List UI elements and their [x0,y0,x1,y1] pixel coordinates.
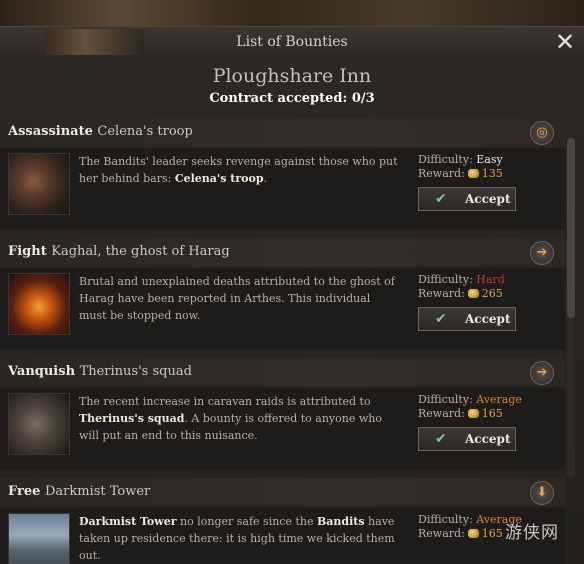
inn-name: Ploughshare Inn [212,65,372,87]
bounty-title: Fight Kaghal, the ghost of Harag [8,244,230,259]
bounty-item: Assassinate Celena's troop ◎ The Bandits… [0,118,565,230]
bounty-meta: Difficulty: Hard Reward: 265 [418,273,505,300]
bounty-body: The Bandits' leader seeks revenge agains… [0,148,565,230]
coin-icon [467,289,479,298]
bounty-portrait [8,513,70,564]
bounty-body: The recent increase in caravan raids is … [0,388,565,470]
bounty-portrait [8,273,70,335]
close-icon[interactable]: ✕ [553,30,577,54]
difficulty-value: Hard [476,273,505,286]
bounty-portrait [8,153,70,215]
reward-value: 165 [481,527,503,540]
accept-button[interactable]: ✔ Accept [418,307,516,331]
bounty-description: Brutal and unexplained deaths attributed… [79,275,395,322]
bounty-meta: Difficulty: Easy Reward: 135 [418,153,503,180]
bounty-title: Free Darkmist Tower [8,484,151,499]
reward-value: 265 [481,287,503,300]
accept-button[interactable]: ✔ Accept [418,187,516,211]
bounty-description: Darkmist Tower no longer safe since the … [79,515,395,562]
arrow-right-icon[interactable]: ➔ [530,241,554,265]
bounty-meta: Difficulty: Average Reward: 165 [418,393,522,420]
background-scene-strip [0,0,584,26]
target-icon[interactable]: ◎ [530,121,554,145]
bounty-title: Assassinate Celena's troop [8,124,193,139]
bounty-header[interactable]: Vanquish Therinus's squad ➔ [0,358,565,386]
reward-value: 165 [481,407,503,420]
scrollbar-thumb[interactable] [567,138,575,318]
bounty-body: Brutal and unexplained deaths attributed… [0,268,565,350]
bounty-item: Free Darkmist Tower ⬇ Darkmist Tower no … [0,478,565,564]
bounty-header[interactable]: Fight Kaghal, the ghost of Harag ➔ [0,238,565,266]
bounty-description: The Bandits' leader seeks revenge agains… [79,155,398,185]
title-bar: List of Bounties ✕ [0,27,584,57]
bounty-list: Assassinate Celena's troop ◎ The Bandits… [0,118,565,564]
window-title: List of Bounties [236,34,348,50]
coin-icon [467,529,479,538]
check-icon: ✔ [435,311,447,327]
difficulty-value: Average [476,393,522,406]
scrollbar[interactable] [567,138,575,478]
bounty-item: Fight Kaghal, the ghost of Harag ➔ Bruta… [0,238,565,350]
bounty-header[interactable]: Assassinate Celena's troop ◎ [0,118,565,146]
watermark: 游侠网 [505,523,559,543]
check-icon: ✔ [435,431,447,447]
bounty-description: The recent increase in caravan raids is … [79,395,382,442]
difficulty-value: Easy [476,153,503,166]
accept-button[interactable]: ✔ Accept [418,427,516,451]
coin-icon [467,169,479,178]
check-icon: ✔ [435,191,447,207]
bounty-item: Vanquish Therinus's squad ➔ The recent i… [0,358,565,470]
reward-value: 135 [481,167,503,180]
bounty-title: Vanquish Therinus's squad [8,364,192,379]
bounty-body: Darkmist Tower no longer safe since the … [0,508,565,564]
bounty-header[interactable]: Free Darkmist Tower ⬇ [0,478,565,506]
bounty-portrait [8,393,70,455]
arrow-down-icon[interactable]: ⬇ [530,481,554,505]
bounty-window: List of Bounties ✕ Ploughshare Inn Contr… [0,26,584,564]
contract-status: Contract accepted: 0/3 [209,91,375,106]
arrow-right-icon[interactable]: ➔ [530,361,554,385]
coin-icon [467,409,479,418]
